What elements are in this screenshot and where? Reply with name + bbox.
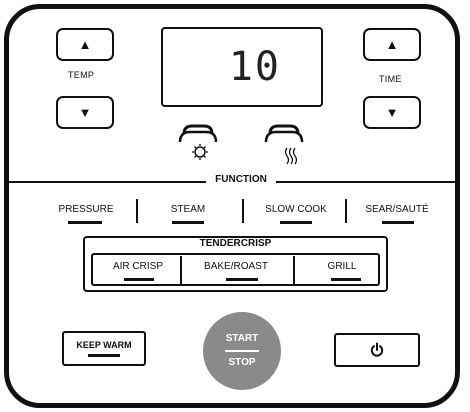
bake-roast-indicator xyxy=(226,278,258,281)
digital-display: 10 xyxy=(161,27,323,107)
keep-warm-label: KEEP WARM xyxy=(76,340,132,350)
separator xyxy=(345,199,347,223)
function-label: FUNCTION xyxy=(215,174,267,185)
grill-indicator xyxy=(331,278,361,281)
steam-lid-icon xyxy=(264,124,304,165)
separator xyxy=(242,199,244,223)
function-grill[interactable]: GRILL xyxy=(310,261,374,272)
tendercrisp-label: TENDERCRISP xyxy=(199,238,272,249)
start-stop-button[interactable]: START STOP xyxy=(203,312,281,390)
temp-down-button[interactable]: ▼ xyxy=(56,96,114,129)
power-icon xyxy=(370,342,384,357)
time-down-button[interactable]: ▼ xyxy=(363,96,421,129)
function-pressure[interactable]: PRESSURE xyxy=(50,204,122,215)
up-arrow-icon: ▲ xyxy=(78,37,92,52)
down-arrow-icon: ▼ xyxy=(78,105,92,120)
separator xyxy=(136,199,138,223)
stop-label: STOP xyxy=(228,357,256,368)
start-label: START xyxy=(225,333,259,344)
time-label: TIME xyxy=(379,74,402,84)
keep-warm-button[interactable]: KEEP WARM xyxy=(62,331,146,366)
function-rule-left xyxy=(9,181,206,183)
power-button[interactable] xyxy=(334,333,420,367)
function-steam[interactable]: STEAM xyxy=(158,204,218,215)
display-value: 10 xyxy=(228,44,281,90)
function-sear-saute[interactable]: SEAR/SAUTÉ xyxy=(352,204,442,215)
pressure-indicator xyxy=(68,221,102,224)
function-bake-roast[interactable]: BAKE/ROAST xyxy=(190,261,282,272)
start-stop-divider xyxy=(225,350,259,352)
function-rule-right xyxy=(276,181,460,183)
temp-label: TEMP xyxy=(68,70,95,80)
temp-up-button[interactable]: ▲ xyxy=(56,28,114,61)
time-up-button[interactable]: ▲ xyxy=(363,28,421,61)
down-arrow-icon: ▼ xyxy=(385,105,399,120)
up-arrow-icon: ▲ xyxy=(385,37,399,52)
pressure-lid-icon xyxy=(178,124,218,160)
sear-saute-indicator xyxy=(382,221,414,224)
slow-cook-indicator xyxy=(280,221,312,224)
function-air-crisp[interactable]: AIR CRISP xyxy=(96,261,180,272)
function-slow-cook[interactable]: SLOW COOK xyxy=(254,204,338,215)
steam-indicator xyxy=(172,221,204,224)
keep-warm-indicator xyxy=(88,354,120,357)
separator xyxy=(293,256,295,284)
separator xyxy=(180,256,182,284)
air-crisp-indicator xyxy=(124,278,154,281)
